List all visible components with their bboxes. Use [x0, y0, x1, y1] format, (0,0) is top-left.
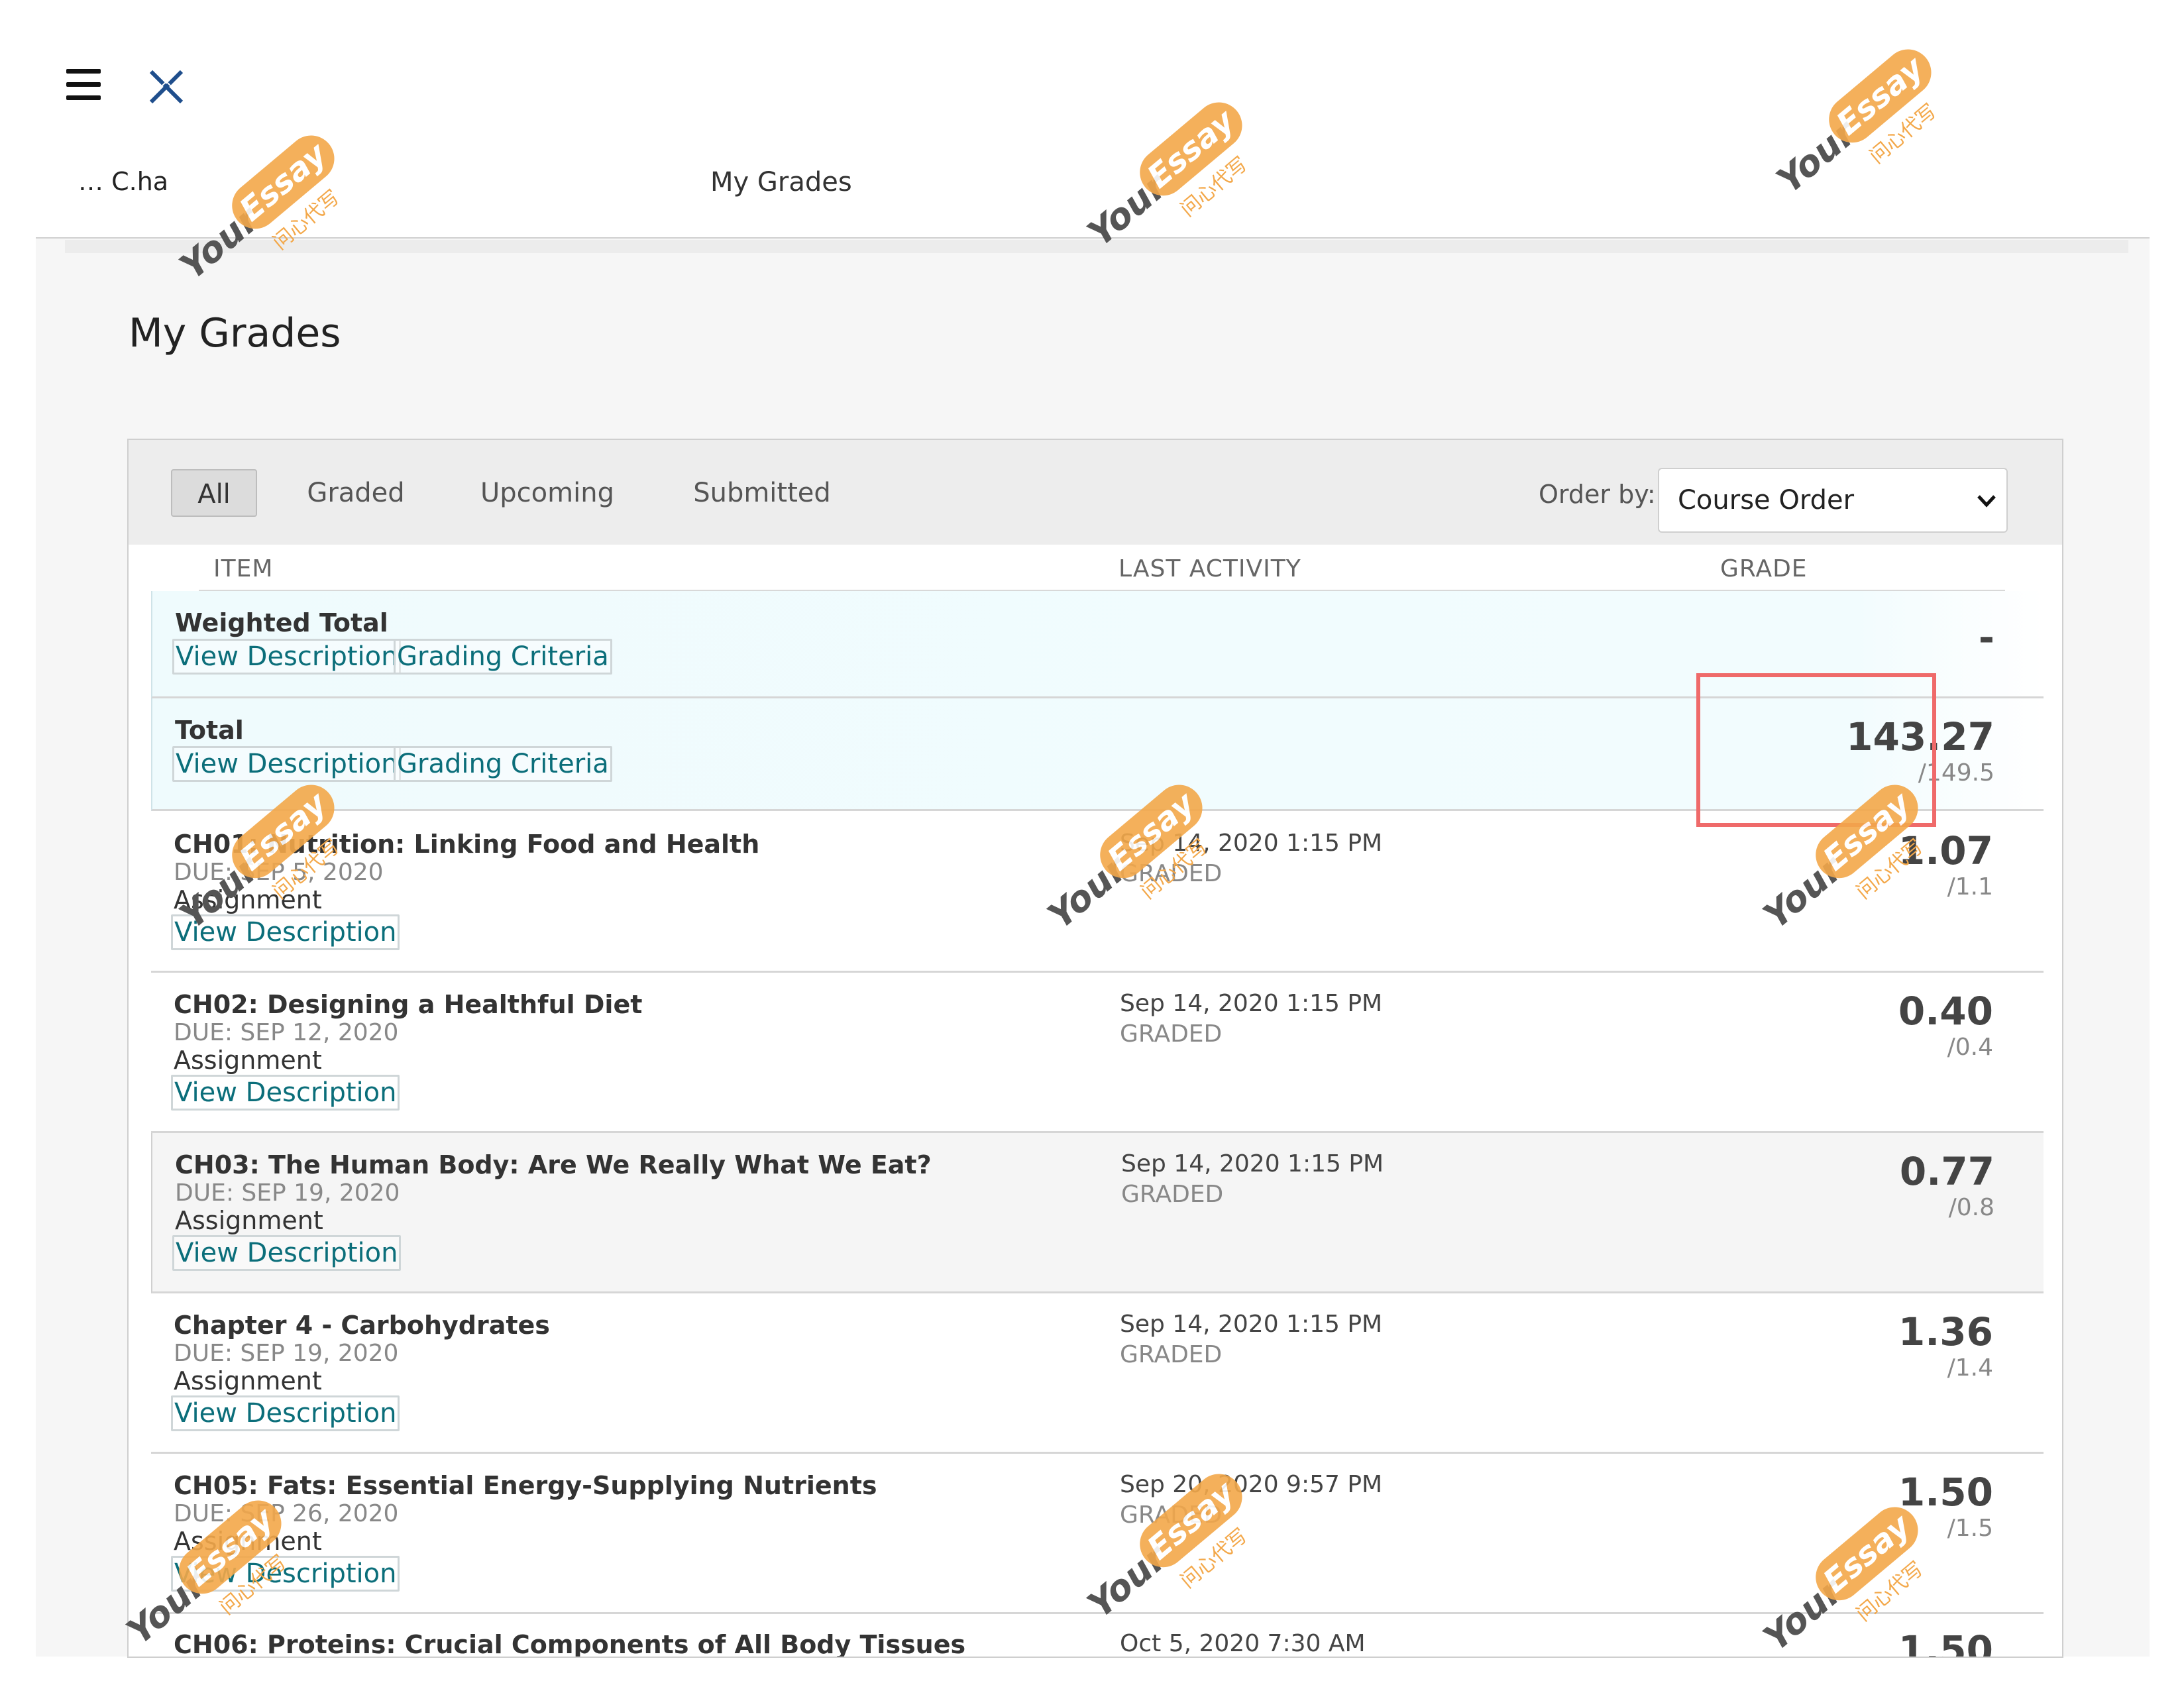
table-row: CH03: The Human Body: Are We Really What…	[151, 1133, 2044, 1293]
view-description-link[interactable]: View Description	[172, 1235, 402, 1271]
row-last-activity: Sep 14, 2020 1:15 PM	[1120, 990, 1383, 1017]
row-due-date: DUE: SEP 12, 2020	[174, 1019, 399, 1046]
course-name: … C.ha	[78, 167, 169, 196]
row-status: GRADED	[1120, 1341, 1223, 1368]
row-grade: 1.36	[1898, 1309, 1993, 1354]
column-header-grade: GRADE	[1720, 555, 1808, 582]
row-title: CH03: The Human Body: Are We Really What…	[175, 1150, 932, 1179]
row-due-date: DUE: SEP 19, 2020	[175, 1179, 400, 1207]
row-title: Weighted Total	[175, 608, 388, 637]
row-type: Assignment	[175, 1206, 323, 1235]
row-grade: 0.40	[1898, 989, 1993, 1034]
watermark-logo: Your Essay 问心代写	[1761, 32, 1964, 221]
row-status: GRADED	[1120, 1020, 1223, 1048]
grading-criteria-link[interactable]: Grading Criteria	[394, 639, 612, 675]
row-title: CH02: Designing a Healthful Diet	[174, 990, 643, 1019]
filter-upcoming-button[interactable]: Upcoming	[468, 469, 627, 517]
row-title: CH06: Proteins: Crucial Components of Al…	[174, 1630, 966, 1657]
row-type: Assignment	[174, 1366, 322, 1395]
row-last-activity: Sep 14, 2020 1:15 PM	[1121, 1150, 1384, 1177]
row-grade: -	[1978, 615, 1994, 660]
chevron-down-icon	[1976, 493, 1997, 509]
row-last-activity: Sep 14, 2020 1:15 PM	[1120, 1311, 1383, 1338]
filter-all-button[interactable]: All	[171, 469, 257, 517]
view-description-link[interactable]: View Description	[171, 1075, 400, 1111]
bottom-margin	[0, 1658, 2184, 1687]
row-grade-max: /0.4	[1947, 1034, 1993, 1061]
grading-criteria-link[interactable]: Grading Criteria	[394, 746, 612, 782]
row-title: Chapter 4 - Carbohydrates	[174, 1311, 550, 1340]
order-by-value: Course Order	[1678, 485, 1855, 516]
column-header-last-activity: LAST ACTIVITY	[1119, 555, 1301, 582]
row-title: CH05: Fats: Essential Energy-Supplying N…	[174, 1471, 877, 1500]
filter-submitted-button[interactable]: Submitted	[676, 469, 848, 517]
row-grade-max: /0.8	[1948, 1194, 1994, 1221]
row-grade-max: /1.4	[1947, 1354, 1993, 1382]
view-description-link[interactable]: View Description	[172, 746, 402, 782]
row-grade: 0.77	[1899, 1149, 1994, 1194]
column-header-item: ITEM	[213, 555, 274, 582]
row-grade: 1.50	[1898, 1470, 1993, 1515]
filter-graded-button[interactable]: Graded	[293, 469, 419, 517]
row-type: Assignment	[174, 1046, 322, 1075]
table-row: Chapter 4 - Carbohydrates DUE: SEP 19, 2…	[151, 1293, 2044, 1454]
row-due-date: DUE: SEP 19, 2020	[174, 1340, 399, 1367]
row-title: Total	[175, 716, 244, 745]
hamburger-menu-icon[interactable]	[66, 69, 103, 101]
view-description-link[interactable]: View Description	[171, 1395, 400, 1431]
row-last-activity: Oct 5, 2020 7:30 AM	[1120, 1630, 1366, 1657]
table-row: CH02: Designing a Healthful Diet DUE: SE…	[151, 973, 2044, 1133]
order-by-label: Order by:	[1539, 480, 1656, 509]
close-x-icon[interactable]	[147, 68, 186, 106]
page-title: My Grades	[129, 310, 341, 356]
row-status: GRADED	[1121, 1181, 1224, 1208]
view-description-link[interactable]: View Description	[172, 639, 402, 675]
header-title: My Grades	[710, 167, 852, 197]
